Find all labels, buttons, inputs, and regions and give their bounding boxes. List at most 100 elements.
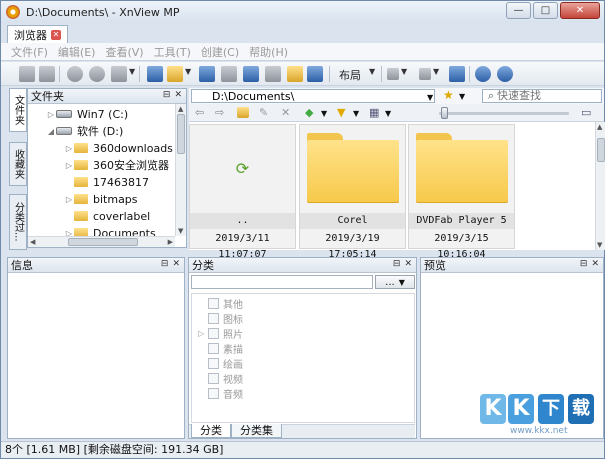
- menu-file[interactable]: 文件(F): [11, 44, 48, 60]
- chevron-down-icon[interactable]: ▼: [433, 67, 439, 76]
- rotate-right-icon[interactable]: [89, 66, 105, 82]
- thumbnail-item[interactable]: Corel 2019/3/19 17:05:14: [299, 124, 406, 260]
- forward-icon[interactable]: ⇨: [215, 107, 227, 119]
- pin-icon[interactable]: ⊟: [161, 259, 169, 269]
- menu-edit[interactable]: 编辑(E): [58, 44, 96, 60]
- tab-close-icon[interactable]: ✕: [51, 29, 61, 40]
- help-icon[interactable]: [497, 66, 513, 82]
- new-folder-icon[interactable]: [237, 107, 249, 118]
- tree-icon[interactable]: [449, 66, 465, 82]
- batch-icon[interactable]: [243, 66, 259, 82]
- thumbnail-view-icon[interactable]: ▦: [369, 107, 381, 119]
- menu-view[interactable]: 查看(V): [105, 44, 143, 60]
- tree-item[interactable]: 17463817: [64, 174, 149, 190]
- scroll-up-icon[interactable]: ▲: [178, 105, 183, 113]
- category-item[interactable]: 绘画: [196, 356, 243, 371]
- folder-scrollbar-horizontal[interactable]: ◀ ▶: [28, 236, 175, 247]
- category-item[interactable]: 素描: [196, 341, 243, 356]
- chevron-down-icon[interactable]: ▼: [321, 109, 327, 118]
- category-checkbox[interactable]: [208, 298, 219, 309]
- chevron-down-icon[interactable]: ▼: [129, 67, 135, 76]
- path-input[interactable]: [191, 89, 435, 103]
- category-checkbox[interactable]: [208, 388, 219, 399]
- scroll-thumb[interactable]: [597, 138, 605, 162]
- category-item[interactable]: 其他: [196, 296, 243, 311]
- close-icon[interactable]: ✕: [174, 90, 182, 100]
- back-icon[interactable]: ⇦: [195, 107, 207, 119]
- fit-view-icon[interactable]: ▭: [581, 107, 593, 119]
- rename-icon[interactable]: ✎: [259, 107, 271, 119]
- category-item[interactable]: 图标: [196, 311, 243, 326]
- tab-categories[interactable]: 分类: [191, 424, 231, 438]
- screenshot-icon[interactable]: [307, 66, 323, 82]
- tab-category-sets[interactable]: 分类集: [231, 424, 282, 438]
- category-filter-input[interactable]: [191, 275, 373, 289]
- gear-icon[interactable]: [475, 66, 491, 82]
- scroll-left-icon[interactable]: ◀: [30, 238, 35, 246]
- close-icon[interactable]: ✕: [591, 259, 599, 269]
- maximize-button[interactable]: □: [533, 2, 558, 19]
- expand-arrow-icon[interactable]: ▷: [64, 144, 74, 153]
- thumbnail-item[interactable]: DVDFab Player 5 2019/3/15 10:16:04: [408, 124, 515, 260]
- chevron-down-icon[interactable]: ▼: [459, 92, 465, 101]
- slideshow-icon[interactable]: [39, 66, 55, 82]
- view-mode-icon[interactable]: [387, 68, 399, 80]
- chevron-down-icon[interactable]: ▼: [385, 109, 391, 118]
- favorite-star-icon[interactable]: ★: [443, 88, 454, 102]
- scroll-thumb[interactable]: [68, 238, 138, 246]
- expand-arrow-icon[interactable]: ▷: [64, 161, 74, 170]
- web-page-icon[interactable]: [287, 66, 303, 82]
- category-checkbox[interactable]: [208, 373, 219, 384]
- chevron-down-icon[interactable]: ▼: [427, 93, 433, 102]
- chevron-down-icon[interactable]: ▼: [401, 67, 407, 76]
- tree-item[interactable]: ▷ Win7 (C:): [46, 106, 128, 122]
- tab-browser[interactable]: 浏览器 ✕: [7, 25, 68, 43]
- close-button[interactable]: ✕: [560, 2, 600, 19]
- tree-item[interactable]: ▷ 360安全浏览器: [64, 157, 169, 173]
- close-icon[interactable]: ✕: [404, 259, 412, 269]
- category-checkbox[interactable]: [208, 328, 219, 339]
- contact-sheet-icon[interactable]: [265, 66, 281, 82]
- expand-arrow-icon[interactable]: ▷: [198, 329, 204, 338]
- print-icon[interactable]: [221, 66, 237, 82]
- delete-icon[interactable]: ✕: [281, 107, 293, 119]
- tree-item[interactable]: ▷ 360downloads: [64, 140, 173, 156]
- expand-arrow-icon[interactable]: ▷: [64, 195, 74, 204]
- minimize-button[interactable]: —: [506, 2, 531, 19]
- thumbnail-size-slider-track[interactable]: [439, 112, 569, 115]
- title-bar[interactable]: D:\Documents\ - XnView MP — □ ✕: [1, 1, 604, 23]
- category-item[interactable]: 视频: [196, 371, 243, 386]
- vtab-favorites[interactable]: 收藏夹: [9, 142, 27, 186]
- scroll-thumb[interactable]: [177, 114, 185, 154]
- chevron-down-icon[interactable]: ▼: [369, 67, 375, 76]
- category-checkbox[interactable]: [208, 343, 219, 354]
- category-checkbox[interactable]: [208, 313, 219, 324]
- pin-icon[interactable]: ⊟: [580, 259, 588, 269]
- thumbnail-item[interactable]: ⟳ .. 2019/3/11 11:07:07: [189, 124, 296, 260]
- menu-tools[interactable]: 工具(T): [154, 44, 191, 60]
- tree-item[interactable]: ▷ bitmaps: [64, 191, 138, 207]
- scroll-up-icon[interactable]: ▲: [597, 123, 602, 131]
- tag-icon[interactable]: ◆: [305, 107, 317, 119]
- tree-item[interactable]: ◢ 软件 (D:): [46, 123, 123, 139]
- category-item[interactable]: ▷ 照片: [196, 326, 243, 341]
- scroll-down-icon[interactable]: ▼: [597, 241, 602, 249]
- binoculars-icon[interactable]: [199, 66, 215, 82]
- pin-icon[interactable]: ⊟: [163, 90, 171, 100]
- filter-icon[interactable]: ▼: [337, 107, 349, 119]
- expand-arrow-icon[interactable]: ◢: [46, 127, 56, 136]
- vtab-folders[interactable]: 文件夹: [9, 88, 27, 132]
- thumbnail-size-slider-handle[interactable]: [441, 107, 448, 119]
- folder-scrollbar-vertical[interactable]: ▲ ▼: [175, 104, 186, 236]
- layout-button[interactable]: 布局: [339, 67, 361, 83]
- menu-create[interactable]: 创建(C): [201, 44, 239, 60]
- menu-help[interactable]: 帮助(H): [249, 44, 288, 60]
- pin-icon[interactable]: ⊟: [393, 259, 401, 269]
- edit-icon[interactable]: [111, 66, 127, 82]
- chevron-down-icon[interactable]: ▼: [353, 109, 359, 118]
- scan-icon[interactable]: [19, 66, 35, 82]
- browser-scrollbar[interactable]: ▲ ▼: [595, 122, 605, 250]
- category-more-button[interactable]: ... ▼: [375, 275, 415, 289]
- rotate-left-icon[interactable]: [67, 66, 83, 82]
- category-checkbox[interactable]: [208, 358, 219, 369]
